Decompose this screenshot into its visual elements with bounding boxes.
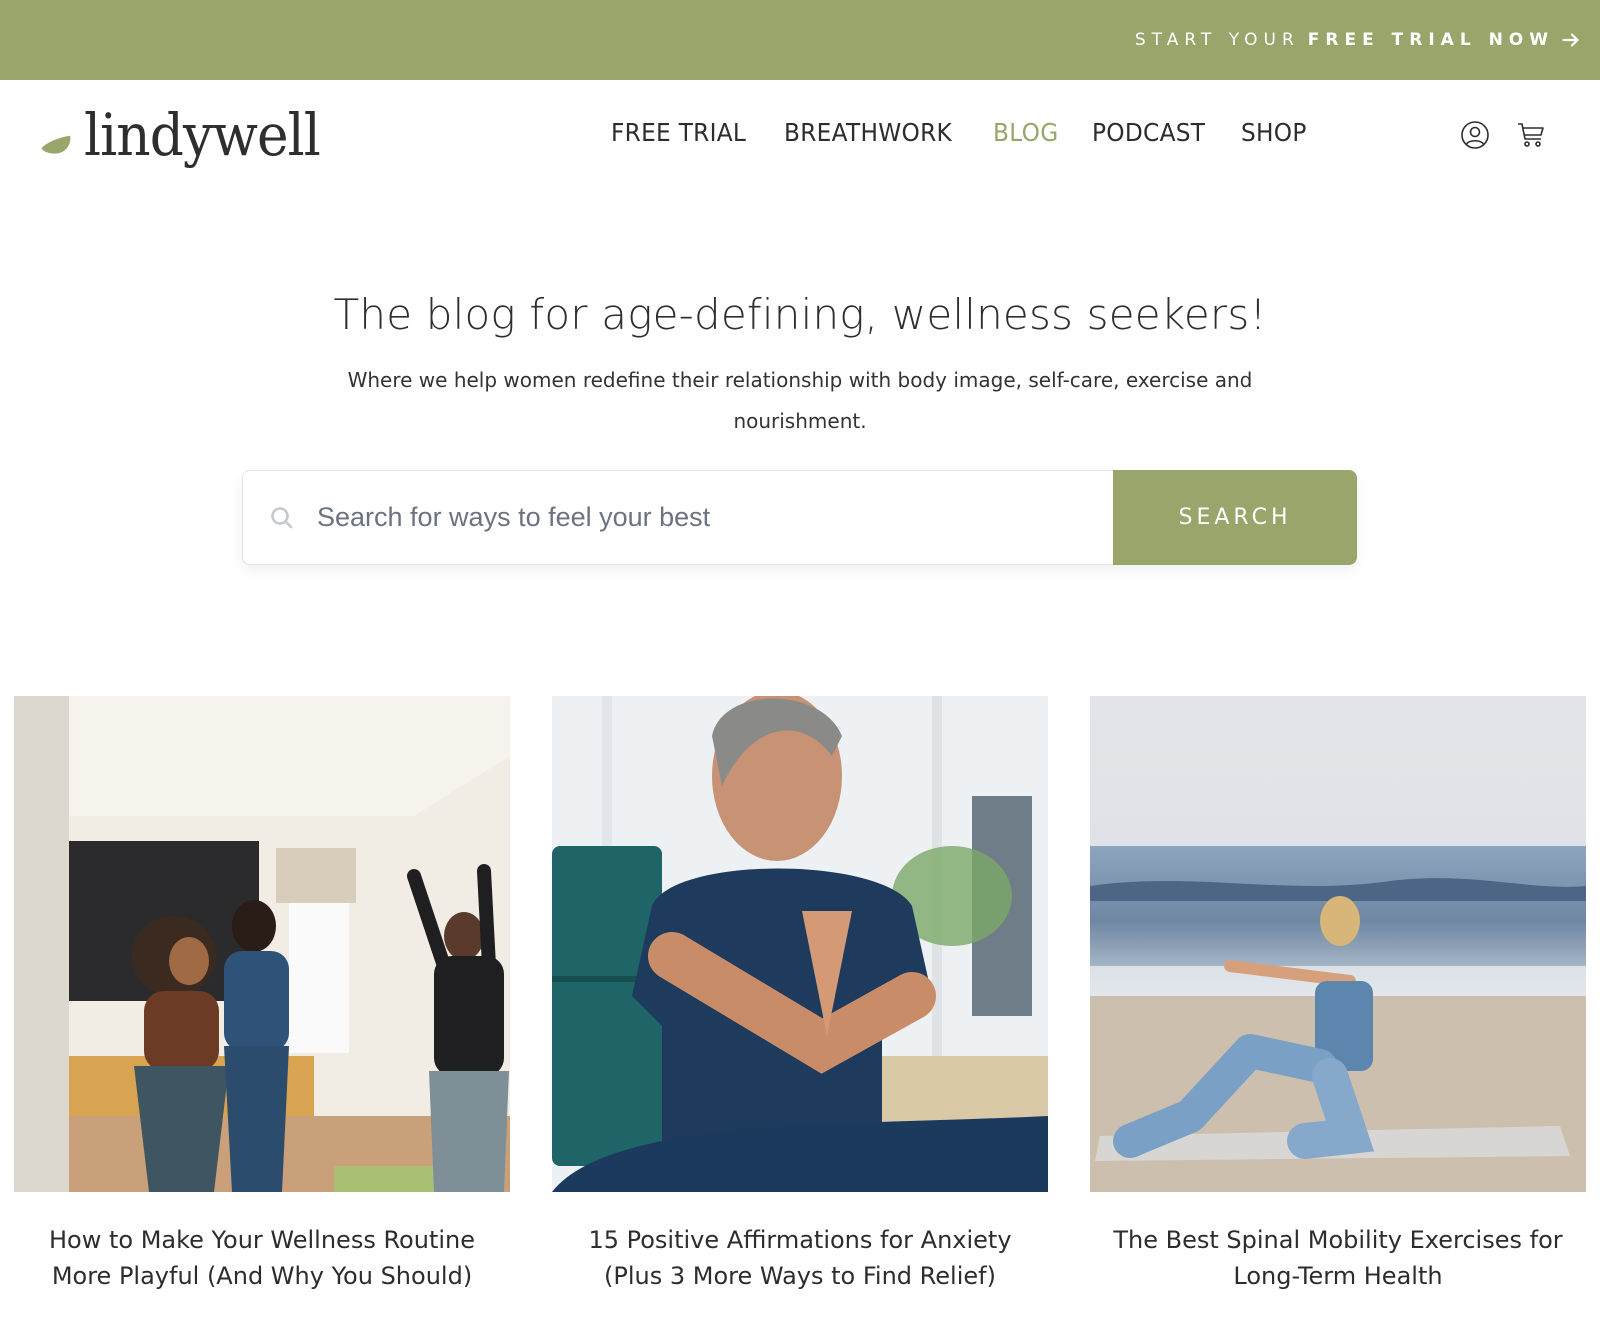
post-card[interactable]: 15 Positive Affirmations for Anxiety (Pl… [552, 696, 1048, 1294]
promo-prefix: START YOUR [1134, 30, 1300, 50]
search-field [242, 470, 1113, 565]
user-account-icon[interactable] [1460, 120, 1490, 150]
shopping-cart-icon[interactable] [1516, 120, 1546, 150]
post-title[interactable]: How to Make Your Wellness Routine More P… [14, 1222, 510, 1294]
post-title[interactable]: 15 Positive Affirmations for Anxiety (Pl… [552, 1222, 1048, 1294]
post-card[interactable]: How to Make Your Wellness Routine More P… [14, 696, 510, 1294]
arrow-right-icon [1562, 33, 1579, 47]
page-subtitle: Where we help women redefine their relat… [347, 368, 1253, 433]
nav-breathwork[interactable]: BREATHWORK [784, 118, 952, 147]
header-actions [1460, 120, 1546, 150]
search-icon [271, 506, 293, 528]
nav-blog[interactable]: BLOG [993, 118, 1059, 147]
nav-free-trial[interactable]: FREE TRIAL [611, 118, 746, 147]
logo-wordmark: lindywell [83, 101, 321, 169]
post-image-beach-pilates [1090, 696, 1586, 1192]
search-input[interactable] [317, 502, 1077, 533]
page-title: The blog for age-defining, wellness seek… [333, 290, 1267, 339]
post-card[interactable]: The Best Spinal Mobility Exercises for L… [1090, 696, 1586, 1294]
promo-emphasis: FREE TRIAL NOW [1307, 30, 1554, 50]
leaf-icon [41, 135, 71, 154]
nav-shop[interactable]: SHOP [1241, 118, 1307, 147]
search-button[interactable]: SEARCH [1113, 470, 1357, 565]
site-header: lindywell FREE TRIAL BREATHWORK BLOG POD… [0, 80, 1600, 200]
search-form: SEARCH [242, 470, 1357, 565]
post-image-meditation [552, 696, 1048, 1192]
post-title[interactable]: The Best Spinal Mobility Exercises for L… [1090, 1222, 1586, 1294]
nav-podcast[interactable]: PODCAST [1092, 118, 1205, 147]
free-trial-promo-link[interactable]: START YOUR FREE TRIAL NOW [1135, 26, 1582, 54]
logo[interactable]: lindywell [40, 100, 340, 170]
promo-banner: START YOUR FREE TRIAL NOW [0, 0, 1600, 80]
main-nav: FREE TRIAL BREATHWORK BLOG PODCAST SHOP [611, 118, 1340, 147]
post-image-dancing [14, 696, 510, 1192]
